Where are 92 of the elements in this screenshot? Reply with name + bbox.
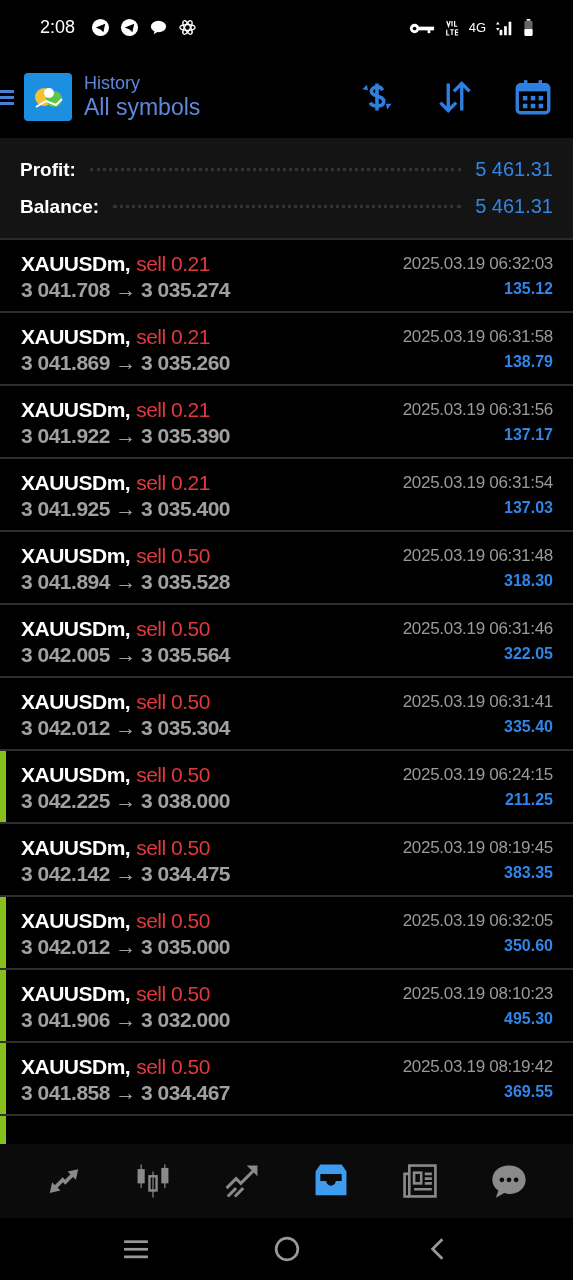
deal-symbol: XAUUSDm, bbox=[21, 982, 131, 1006]
sort-icon[interactable] bbox=[437, 78, 473, 115]
key-icon bbox=[408, 21, 435, 34]
deal-time: 2025.03.19 06:31:54 bbox=[402, 473, 553, 493]
deal-time: 2025.03.19 06:31:48 bbox=[402, 546, 553, 566]
deal-prices: 3 042.225 → 3 038.000 bbox=[21, 789, 230, 813]
battery-icon bbox=[524, 18, 533, 37]
deal-profit: 335.40 bbox=[504, 718, 553, 736]
deal-symbol: XAUUSDm, bbox=[21, 909, 131, 933]
deal-time: 2025.03.19 06:31:56 bbox=[402, 400, 553, 420]
deal-row[interactable]: XAUUSDm, sell 0.50 3 042.225 → 3 038.000 2025.03.19 06:24:15 211.25 bbox=[0, 751, 573, 824]
deal-prices: 3 042.142 → 3 034.475 bbox=[21, 862, 230, 886]
deal-row[interactable]: XAUUSDm, sell 0.21 3 041.869 → 3 035.260 2025.03.19 06:31:58 138.79 bbox=[0, 313, 573, 386]
summary-value: 5 461.31 bbox=[475, 158, 553, 181]
deal-symbol: XAUUSDm, bbox=[21, 836, 131, 860]
deal-profit: 137.17 bbox=[504, 426, 553, 444]
deal-type: sell 0.50 bbox=[136, 544, 210, 568]
deal-row[interactable]: XAUUSDm, sell 0.50 3 041.894 → 3 035.528 2025.03.19 06:31:48 318.30 bbox=[0, 532, 573, 605]
deal-symbol: XAUUSDm, bbox=[21, 398, 131, 422]
app-logo-icon bbox=[24, 72, 72, 121]
deal-profit: 495.30 bbox=[504, 1010, 553, 1028]
deal-type: sell 0.21 bbox=[136, 325, 210, 349]
deal-row[interactable]: XAUUSDm, sell 0.50 3 042.142 → 3 034.475 2025.03.19 08:19:45 383.35 bbox=[0, 824, 573, 897]
deal-type: sell 0.50 bbox=[136, 1055, 210, 1079]
deal-type: sell 0.50 bbox=[136, 617, 210, 641]
deal-prices: 3 041.858 → 3 034.467 bbox=[21, 1081, 230, 1105]
newspaper-icon[interactable] bbox=[400, 1162, 439, 1200]
deal-row[interactable]: XAUUSDm, sell 0.21 3 041.922 → 3 035.390 2025.03.19 06:31:56 137.17 bbox=[0, 386, 573, 459]
deal-symbol: XAUUSDm, bbox=[21, 252, 131, 276]
deal-type: sell 0.50 bbox=[136, 763, 210, 787]
deal-prices: 3 041.922 → 3 035.390 bbox=[21, 424, 230, 448]
deal-prices: 3 041.906 → 3 032.000 bbox=[21, 1008, 230, 1032]
deal-profit: 211.25 bbox=[504, 791, 553, 809]
screen-title: History bbox=[84, 72, 140, 94]
deal-profit: 135.12 bbox=[504, 280, 553, 298]
deal-type: sell 0.50 bbox=[136, 836, 210, 860]
symbol-filter[interactable]: All symbols bbox=[84, 93, 201, 121]
deal-symbol: XAUUSDm, bbox=[21, 617, 131, 641]
deal-symbol: XAUUSDm, bbox=[21, 544, 131, 568]
deal-type: sell 0.21 bbox=[136, 471, 210, 495]
summary-value: 5 461.31 bbox=[475, 195, 553, 218]
deal-prices: 3 041.869 → 3 035.260 bbox=[21, 351, 230, 375]
deal-row[interactable]: XAUUSDm, sell 0.50 3 041.858 → 3 034.467 2025.03.19 08:19:42 369.55 bbox=[0, 1043, 573, 1116]
deal-type: sell 0.21 bbox=[136, 252, 210, 276]
atom-icon bbox=[178, 18, 198, 37]
deal-prices: 3 041.894 → 3 035.528 bbox=[21, 570, 230, 594]
deal-prices: 3 042.012 → 3 035.304 bbox=[21, 716, 230, 740]
deal-profit: 383.35 bbox=[504, 864, 553, 882]
deal-profit: 137.03 bbox=[504, 499, 553, 517]
summary-label: Profit: bbox=[20, 158, 76, 181]
status-time: 2:08 bbox=[40, 17, 76, 38]
deal-time: 2025.03.19 06:31:46 bbox=[402, 619, 553, 639]
send-icon bbox=[120, 18, 140, 37]
deal-profit: 350.60 bbox=[504, 937, 553, 955]
deal-profit: 138.79 bbox=[504, 353, 553, 371]
deal-profit: 322.05 bbox=[504, 645, 553, 663]
home-icon[interactable] bbox=[273, 1236, 300, 1262]
deal-time: 2025.03.19 08:10:23 bbox=[402, 984, 553, 1004]
deal-prices: 3 042.012 → 3 035.000 bbox=[21, 935, 230, 959]
deal-time: 2025.03.19 06:24:15 bbox=[402, 765, 553, 785]
deal-row[interactable]: XAUUSDm, sell 0.21 3 041.925 → 3 035.400 2025.03.19 06:31:54 137.03 bbox=[0, 459, 573, 532]
deal-profit: 369.55 bbox=[504, 1083, 553, 1101]
network-type: 4G bbox=[468, 20, 486, 35]
deal-row[interactable]: XAUUSDm, sell 0.50 3 042.012 → 3 035.000 2025.03.19 06:32:05 350.60 bbox=[0, 897, 573, 970]
deal-type: sell 0.50 bbox=[136, 690, 210, 714]
chat-bubbles-icon bbox=[149, 18, 169, 37]
deal-row[interactable]: XAUUSDm, sell 0.50 3 041.906 → 3 032.000 2025.03.19 08:10:23 495.30 bbox=[0, 970, 573, 1043]
deal-symbol: XAUUSDm, bbox=[21, 690, 131, 714]
volte-icon bbox=[444, 18, 459, 37]
calendar-icon[interactable] bbox=[515, 78, 551, 115]
send-icon bbox=[91, 18, 111, 37]
deal-profit: 318.30 bbox=[504, 572, 553, 590]
deal-row[interactable]: XAUUSDm, sell 0.21 3 041.708 → 3 035.274 2025.03.19 06:32:03 135.12 bbox=[0, 240, 573, 313]
deal-type: sell 0.21 bbox=[136, 398, 210, 422]
deal-time: 2025.03.19 08:19:45 bbox=[402, 838, 553, 858]
deal-row[interactable]: XAUUSDm, sell 0.50 3 042.012 → 3 035.304 2025.03.19 06:31:41 335.40 bbox=[0, 678, 573, 751]
deal-time: 2025.03.19 06:32:05 bbox=[402, 911, 553, 931]
deal-type: sell 0.50 bbox=[136, 909, 210, 933]
deal-time: 2025.03.19 06:32:03 bbox=[402, 254, 553, 274]
deal-symbol: XAUUSDm, bbox=[21, 1055, 131, 1079]
deal-type: sell 0.50 bbox=[136, 982, 210, 1006]
deal-symbol: XAUUSDm, bbox=[21, 763, 131, 787]
deal-time: 2025.03.19 06:31:58 bbox=[402, 327, 553, 347]
deal-row[interactable]: XAUUSDm, sell 0.50 3 042.005 → 3 035.564 2025.03.19 06:31:46 322.05 bbox=[0, 605, 573, 678]
deal-symbol: XAUUSDm, bbox=[21, 325, 131, 349]
deal-time: 2025.03.19 08:19:42 bbox=[402, 1057, 553, 1077]
summary-label: Balance: bbox=[20, 195, 100, 218]
deal-prices: 3 041.925 → 3 035.400 bbox=[21, 497, 230, 521]
deal-time: 2025.03.19 06:31:41 bbox=[402, 692, 553, 712]
deal-prices: 3 041.708 → 3 035.274 bbox=[21, 278, 230, 302]
deal-symbol: XAUUSDm, bbox=[21, 471, 131, 495]
deal-prices: 3 042.005 → 3 035.564 bbox=[21, 643, 230, 667]
